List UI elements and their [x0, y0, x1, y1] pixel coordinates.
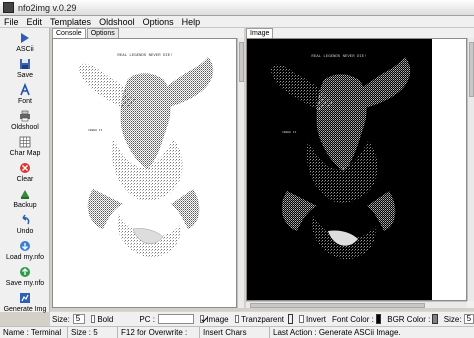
font-button[interactable]: Font: [0, 82, 50, 108]
menu-help[interactable]: Help: [178, 17, 205, 27]
console-panel: Console Options REAL LEGENDS NEVER DIE! …: [52, 28, 244, 308]
menu-bar: File Edit Templates Oldshool Options Hel…: [0, 16, 474, 28]
clear-label: Clear: [16, 176, 34, 183]
status-last-action: Last Action : Generate ASCii Image.: [270, 327, 424, 338]
status-name: Name : Terminal: [0, 327, 68, 338]
load-nfo-label: Load my.nfo: [5, 254, 44, 261]
backup-icon: [21, 190, 29, 199]
oldshool-label: Oldshool: [11, 124, 39, 131]
ascii-label: ASCii: [16, 46, 34, 53]
menu-templates[interactable]: Templates: [46, 17, 95, 27]
image-art-tag: CREED II: [282, 131, 297, 134]
oldshool-button[interactable]: Oldshool: [0, 108, 50, 134]
font-label: Font: [17, 98, 32, 105]
console-vscroll[interactable]: [237, 38, 244, 308]
tab-image[interactable]: Image: [246, 28, 274, 38]
art-tag: CREED II: [88, 129, 103, 132]
menu-options[interactable]: Options: [139, 17, 178, 27]
generate-img-button[interactable]: Generate Img: [0, 290, 50, 316]
app-icon: [3, 2, 14, 13]
generate-icon: [20, 293, 30, 303]
console-tabs: Console Options: [52, 28, 120, 38]
image-hscroll-thumb[interactable]: [250, 303, 425, 308]
generate-img-label: Generate Img: [3, 306, 47, 313]
status-bar: Name : Terminal Size : 5 F12 for Overwri…: [0, 326, 474, 338]
undo-button[interactable]: Undo: [0, 212, 50, 238]
art-title: REAL LEGENDS NEVER DIE!: [117, 54, 172, 58]
status-last-action-value: Generate ASCii Image.: [318, 328, 401, 337]
image-canvas[interactable]: REAL LEGENDS NEVER DIE! CREED II: [246, 38, 467, 301]
char-map-label: Char Map: [9, 150, 41, 157]
status-size-label: Size :: [71, 328, 92, 337]
font-color-swatch[interactable]: [375, 314, 382, 324]
status-mode: Insert Chars: [200, 327, 270, 338]
invert-checkbox[interactable]: [299, 315, 304, 323]
size-input[interactable]: 5: [72, 314, 85, 324]
clear-icon: [20, 163, 30, 173]
char-map-button[interactable]: Char Map: [0, 134, 50, 160]
image-vscroll-thumb[interactable]: [469, 42, 474, 97]
backup-button[interactable]: Backup: [0, 186, 50, 212]
size2-input[interactable]: 5: [463, 314, 474, 324]
status-hint: F12 for Overwrite :: [118, 327, 200, 338]
menu-file[interactable]: File: [0, 17, 23, 27]
save-label: Save: [17, 72, 33, 79]
image-label: Image: [206, 314, 229, 324]
ascii-art-console: REAL LEGENDS NEVER DIE! CREED II: [78, 54, 214, 258]
bgr-color-swatch[interactable]: [432, 314, 438, 324]
font-icon: [20, 83, 30, 96]
floppy-icon: [20, 59, 30, 69]
tab-options[interactable]: Options: [86, 28, 119, 38]
tab-console[interactable]: Console: [52, 28, 86, 38]
pc-label: PC :: [139, 314, 155, 324]
save-button[interactable]: Save: [0, 56, 50, 82]
status-size-value: 5: [93, 328, 98, 337]
load-icon: [20, 241, 30, 251]
grid-icon: [19, 136, 31, 148]
undo-label: Undo: [16, 228, 34, 235]
arrow-icon: [21, 33, 29, 43]
ascii-art-image: REAL LEGENDS NEVER DIE! CREED II: [247, 39, 466, 300]
undo-icon: [22, 214, 30, 225]
size2-label: Size:: [443, 314, 462, 324]
black-swatch[interactable]: [288, 314, 294, 324]
status-last-action-label: Last Action :: [273, 328, 317, 337]
image-hscroll[interactable]: [246, 301, 467, 308]
image-art-title: REAL LEGENDS NEVER DIE!: [311, 55, 366, 59]
menu-oldshool[interactable]: Oldshool: [95, 17, 139, 27]
console-vscroll-thumb[interactable]: [239, 42, 244, 82]
backup-label: Backup: [13, 202, 37, 209]
save-nfo-icon: [20, 267, 30, 277]
font-color-label: Font Color :: [332, 314, 374, 324]
bgr-color-label: BGR Color :: [387, 314, 431, 324]
image-vscroll[interactable]: [467, 38, 474, 301]
status-name-value: Terminal: [30, 328, 62, 337]
bold-label: Bold: [97, 314, 114, 324]
printer-icon: [20, 110, 30, 122]
clear-button[interactable]: Clear: [0, 160, 50, 186]
transparent-checkbox[interactable]: [234, 315, 240, 323]
pc-select[interactable]: [157, 314, 194, 324]
window-title: nfo2img v.0.29: [18, 2, 77, 13]
console-canvas[interactable]: REAL LEGENDS NEVER DIE! CREED II: [52, 38, 237, 308]
menu-edit[interactable]: Edit: [23, 17, 47, 27]
ascii-button[interactable]: ASCii: [0, 30, 50, 56]
save-nfo-label: Save my.nfo: [5, 280, 45, 287]
size-label: Size:: [52, 314, 70, 324]
bold-checkbox[interactable]: [90, 315, 96, 323]
title-bar: nfo2img v.0.29: [0, 0, 474, 16]
transparent-label: Tranzparent: [241, 314, 285, 324]
load-nfo-button[interactable]: Load my.nfo: [0, 238, 50, 264]
tool-sidebar: ASCii Save Font Oldshool Char Map Clear …: [0, 28, 50, 313]
image-panel: Image REAL LEGENDS NEVER DIE! CREED II: [246, 28, 474, 308]
status-size: Size : 5: [68, 327, 118, 338]
image-tabs: Image: [246, 28, 274, 38]
invert-label: Invert: [306, 314, 327, 324]
options-bar: Size: 5 Bold PC : Image Tranzparent Inve…: [50, 311, 474, 326]
status-name-label: Name :: [3, 328, 29, 337]
image-checkbox[interactable]: [199, 315, 205, 323]
save-nfo-button[interactable]: Save my.nfo: [0, 264, 50, 290]
